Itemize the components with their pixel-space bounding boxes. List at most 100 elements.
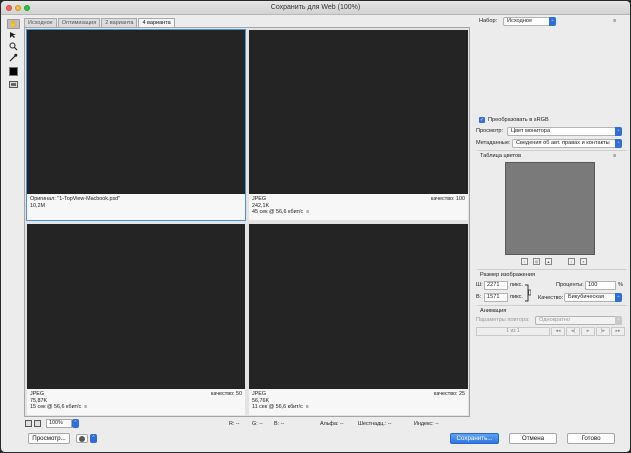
- tab-optimized[interactable]: Оптимизация: [57, 18, 101, 27]
- eyedropper-tool-icon[interactable]: [7, 52, 20, 62]
- resample-quality-select[interactable]: Бикубическая ⌃: [564, 293, 622, 302]
- web-shift-icon[interactable]: ◎: [533, 258, 540, 265]
- preview-pane-variant-3[interactable]: JPEG 56,76K 11 сек @ 56,6 кбит/с ≡ качест…: [249, 224, 468, 415]
- zoom-tool-icon[interactable]: [7, 41, 20, 51]
- browser-icon: [79, 436, 85, 442]
- loop-options-label: Параметры повтора:: [476, 317, 530, 323]
- divider: [477, 305, 627, 306]
- pane-quality: качество: 25: [433, 391, 465, 397]
- preview-canvas: Оригинал: "1-TopView-Macbook.psd" 10,2M …: [24, 27, 470, 417]
- zoom-dropdown-chevron-icon[interactable]: ⌃: [72, 419, 79, 428]
- pane-info: JPEG 56,76K 11 сек @ 56,6 кбит/с ≡ качест…: [249, 389, 468, 415]
- pane-size: 75,87K: [30, 397, 48, 404]
- preview-image: [249, 224, 468, 389]
- preview-image: [27, 30, 245, 194]
- delete-color-icon[interactable]: ▪: [580, 258, 587, 265]
- toggle-slices-visibility-icon[interactable]: [9, 81, 18, 88]
- browser-select[interactable]: [76, 434, 88, 443]
- previous-frame-icon[interactable]: ◂|: [566, 327, 580, 336]
- height-input[interactable]: 1571: [484, 293, 508, 302]
- preview-label: Просмотр:: [476, 128, 504, 134]
- preview-in-browser-button[interactable]: Просмотр...: [28, 433, 70, 444]
- tab-original[interactable]: Исходное: [24, 18, 57, 27]
- tab-2-up[interactable]: 2 варианта: [101, 18, 138, 27]
- resample-quality-value: Бикубическая: [568, 294, 605, 300]
- metadata-label: Метаданные:: [476, 140, 511, 146]
- pane-size: 10,2M: [30, 202, 45, 209]
- index-readout: Индекс: --: [414, 421, 439, 427]
- first-frame-icon[interactable]: ◂◂: [551, 327, 565, 336]
- blue-readout: B: --: [274, 421, 285, 427]
- preview-pane-variant-1[interactable]: JPEG 242,1K 45 сек @ 56,6 кбит/с ≡ качест…: [249, 30, 468, 220]
- minimize-window-button[interactable]: [15, 5, 21, 11]
- lock-color-icon[interactable]: ▴: [545, 258, 552, 265]
- pane-menu-icon[interactable]: ≡: [84, 404, 87, 411]
- status-bar: 100% ⌃ R: -- G: -- B: -- Альфа: -- Шестн…: [24, 419, 470, 429]
- zoom-out-icon[interactable]: [25, 420, 32, 427]
- map-color-icon[interactable]: ▫: [521, 258, 528, 265]
- width-input[interactable]: 2271: [484, 281, 508, 290]
- width-label: Ш:: [476, 282, 483, 288]
- save-for-web-window: Сохранить для Web (100%) ✋ Исходное Опти…: [1, 1, 630, 452]
- preview-value: Цвет монитора: [511, 128, 551, 134]
- next-frame-icon[interactable]: |▸: [596, 327, 610, 336]
- last-frame-icon[interactable]: ▸▸: [611, 327, 625, 336]
- green-readout: G: --: [252, 421, 263, 427]
- chevron-down-icon: ⌃: [549, 17, 556, 26]
- loop-options-value: Однократно: [539, 317, 571, 323]
- color-table-menu-icon[interactable]: ≡: [613, 153, 616, 159]
- convert-srgb-checkbox[interactable]: ✓: [479, 117, 485, 123]
- pane-size: 242,1K: [252, 202, 270, 209]
- hand-tool-icon[interactable]: ✋: [7, 19, 20, 29]
- loop-options-select[interactable]: Однократно ⌃: [535, 316, 622, 325]
- zoom-level-field[interactable]: 100%: [46, 419, 72, 428]
- pane-menu-icon[interactable]: ≡: [306, 209, 309, 216]
- pane-info: JPEG 75,87K 15 сек @ 56,6 кбит/с ≡ качест…: [27, 389, 245, 415]
- preview-image: [249, 30, 468, 194]
- pane-size: 56,76K: [252, 397, 270, 404]
- preset-select[interactable]: Исходное ⌃: [503, 17, 556, 26]
- pane-info: Оригинал: "1-TopView-Macbook.psd" 10,2M: [27, 194, 245, 220]
- divider: [477, 150, 627, 151]
- preview-pane-variant-2[interactable]: JPEG 75,87K 15 сек @ 56,6 кбит/с ≡ качест…: [27, 224, 245, 415]
- pane-quality: качество: 50: [210, 391, 242, 397]
- constrain-proportions-icon[interactable]: [525, 284, 532, 302]
- zoom-in-icon[interactable]: [34, 420, 41, 427]
- close-window-button[interactable]: [6, 5, 12, 11]
- play-icon[interactable]: ▸: [581, 327, 595, 336]
- pane-menu-icon[interactable]: ≡: [306, 404, 309, 411]
- percent-label: Проценты:: [556, 282, 584, 288]
- width-unit: пикс.: [510, 282, 524, 288]
- slice-select-tool-icon[interactable]: [7, 30, 20, 40]
- title-bar: Сохранить для Web (100%): [1, 1, 630, 15]
- browser-dropdown-chevron-icon[interactable]: ⌃: [90, 434, 97, 443]
- metadata-select[interactable]: Сведения об авт. правах и контакты ⌃: [512, 139, 622, 148]
- percent-sign: %: [618, 282, 623, 288]
- tab-4-up[interactable]: 4 варианта: [138, 18, 175, 27]
- pane-info: JPEG 242,1K 45 сек @ 56,6 кбит/с ≡ качест…: [249, 194, 468, 220]
- optimize-menu-icon[interactable]: ≡: [613, 18, 616, 24]
- chevron-down-icon: ⌃: [615, 316, 622, 325]
- preview-image: [27, 224, 245, 389]
- pane-download-time: 11 сек @ 56,6 кбит/с: [252, 404, 303, 411]
- pane-format: Оригинал: "1-TopView-Macbook.psd": [30, 196, 121, 202]
- image-size-label: Размер изображения: [480, 272, 536, 278]
- color-table-label: Таблица цветов: [480, 153, 522, 159]
- pane-quality: качество: 100: [430, 196, 465, 202]
- preview-pane-original[interactable]: Оригинал: "1-TopView-Macbook.psd" 10,2M: [26, 29, 246, 221]
- hex-readout: Шестнадц.: --: [358, 421, 392, 427]
- convert-srgb-label: Преобразовать в sRGB: [488, 117, 549, 123]
- preset-label: Набор:: [479, 18, 498, 24]
- animation-label: Анимация: [480, 308, 507, 314]
- zoom-window-button[interactable]: [24, 5, 30, 11]
- red-readout: R: --: [229, 421, 240, 427]
- percent-input[interactable]: 100: [585, 281, 616, 290]
- eyedropper-color-swatch[interactable]: [9, 67, 18, 76]
- window-title: Сохранить для Web (100%): [270, 4, 361, 11]
- preview-select[interactable]: Цвет монитора ⌃: [507, 127, 622, 136]
- chevron-down-icon: ⌃: [615, 127, 622, 136]
- new-color-icon[interactable]: ▫: [568, 258, 575, 265]
- frame-counter: 1 из 1: [476, 327, 550, 336]
- toolbox: ✋: [6, 19, 21, 95]
- color-table: [505, 162, 595, 255]
